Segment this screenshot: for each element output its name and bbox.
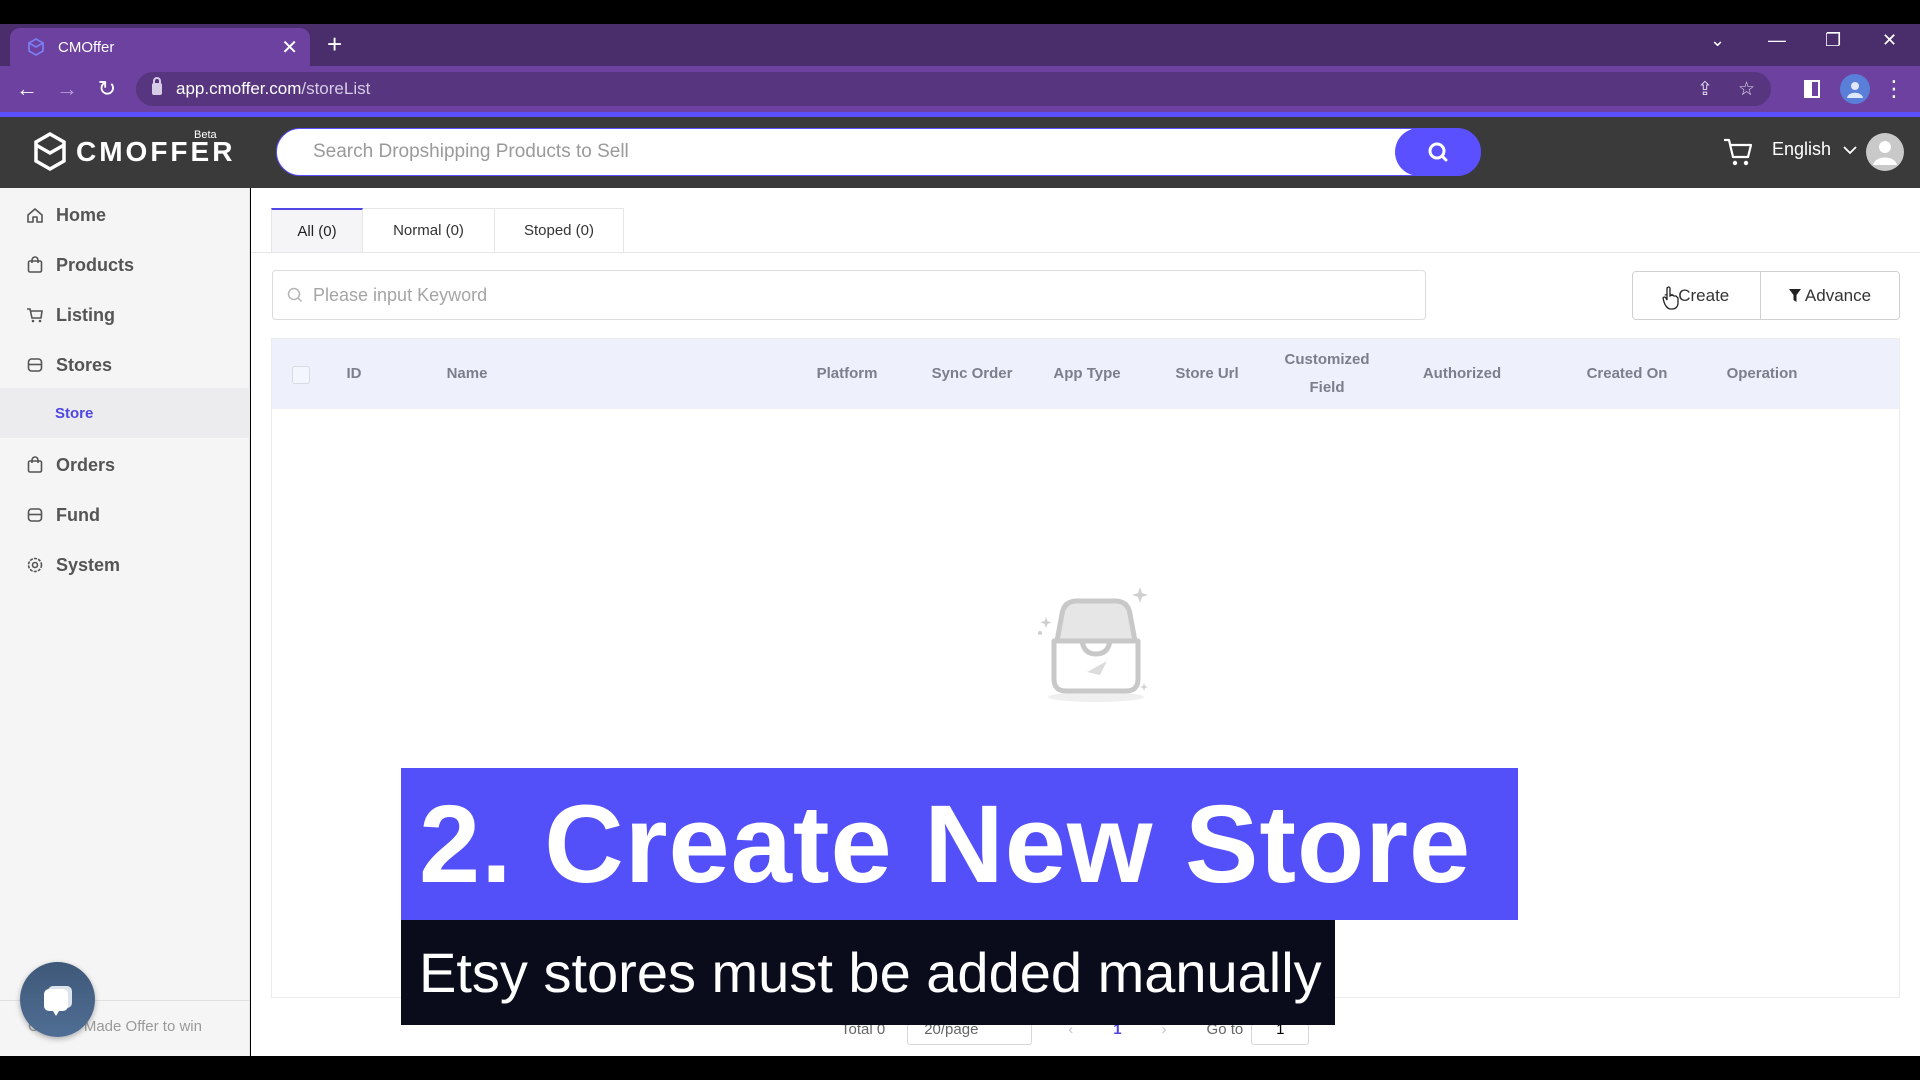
reload-icon[interactable]: ↻	[93, 75, 121, 103]
chat-support-button[interactable]	[20, 962, 95, 1037]
side-panel-icon[interactable]	[1798, 75, 1826, 103]
language-selector[interactable]: English	[1772, 139, 1857, 160]
beta-badge: Beta	[194, 129, 217, 141]
home-icon	[27, 208, 43, 223]
create-label: Create	[1678, 285, 1730, 305]
bottom-letterbox	[0, 1056, 1920, 1080]
back-icon[interactable]: ←	[13, 75, 41, 103]
keyword-input[interactable]	[313, 284, 1313, 306]
column-header-sync-order[interactable]: Sync Order	[917, 339, 1027, 409]
column-header-authorized[interactable]: Authorized	[1402, 339, 1522, 409]
sidebar-item-home[interactable]: Home	[0, 190, 250, 240]
filter-icon	[1788, 288, 1801, 302]
sidebar-item-fund[interactable]: Fund	[0, 490, 250, 540]
new-tab-icon[interactable]: +	[327, 29, 342, 60]
sidebar-item-label: Fund	[56, 504, 100, 525]
empty-inbox-icon	[1038, 587, 1148, 702]
search-icon	[287, 287, 303, 303]
browser-toolbar: ← → ↻ app.cmoffer.com/storeList ⇪ ☆ ⋮	[0, 66, 1920, 112]
sidebar-item-label: Stores	[56, 354, 113, 375]
column-header-app-type[interactable]: App Type	[1042, 339, 1132, 409]
sidebar-item-system[interactable]: System	[0, 540, 250, 590]
store-icon	[27, 508, 43, 522]
close-window-icon[interactable]: ✕	[1882, 30, 1897, 51]
column-header-customized-field[interactable]: Customized Field	[1272, 339, 1382, 409]
column-header-id[interactable]: ID	[334, 339, 374, 409]
browser-menu-icon[interactable]: ⋮	[1880, 75, 1908, 103]
tab-all[interactable]: All (0)	[271, 208, 363, 252]
select-all-checkbox[interactable]	[292, 366, 310, 384]
language-label: English	[1772, 139, 1832, 159]
sidebar-item-label: Orders	[56, 454, 116, 475]
store-icon	[27, 358, 43, 372]
sidebar-item-products[interactable]: Products	[0, 240, 250, 290]
create-button[interactable]: + Create	[1633, 272, 1761, 319]
hand-pointer-cursor-icon	[1662, 286, 1679, 310]
advance-label: Advance	[1804, 285, 1872, 305]
status-tabs: All (0) Normal (0) Stoped (0)	[271, 208, 624, 252]
sidebar-item-label: Products	[56, 254, 135, 275]
cmoffer-logo-icon	[34, 131, 66, 172]
bookmark-star-icon[interactable]: ☆	[1738, 78, 1755, 101]
top-letterbox	[0, 0, 1920, 24]
close-tab-icon[interactable]: ✕	[281, 35, 298, 60]
tab-normal[interactable]: Normal (0)	[363, 208, 495, 252]
bag-icon	[27, 256, 43, 273]
browser-tab[interactable]: CMOffer ✕	[10, 28, 310, 66]
url-host: app.cmoffer.com	[176, 79, 302, 98]
sidebar-item-stores[interactable]: Stores	[0, 340, 250, 390]
browser-tab-title: CMOffer	[58, 38, 115, 56]
user-icon	[1873, 141, 1897, 165]
caption-title: 2. Create New Store	[401, 768, 1518, 920]
user-avatar[interactable]	[1866, 133, 1904, 171]
sidebar-item-label: Listing	[56, 304, 115, 325]
bag-icon	[27, 456, 43, 473]
minimize-icon[interactable]: —	[1768, 30, 1786, 51]
app-header: CMOFFER Beta English	[0, 117, 1920, 188]
advance-filter-button[interactable]: Advance	[1761, 272, 1899, 319]
browser-tabbar: CMOffer ✕ + ⌄ — ❐ ✕	[0, 24, 1920, 66]
forward-icon[interactable]: →	[53, 75, 81, 103]
column-header-platform[interactable]: Platform	[802, 339, 892, 409]
product-search-bar	[276, 128, 1481, 176]
tabs-divider	[251, 252, 1920, 253]
share-icon[interactable]: ⇪	[1697, 78, 1713, 101]
gear-icon	[27, 557, 43, 573]
sidebar-item-label: System	[56, 554, 121, 575]
url-path: /storeList	[301, 79, 371, 98]
restore-icon[interactable]: ❐	[1825, 30, 1841, 51]
column-header-name[interactable]: Name	[432, 339, 502, 409]
cmoffer-favicon-icon	[28, 37, 44, 57]
chevron-down-icon	[1843, 145, 1857, 154]
logo[interactable]: CMOFFER Beta	[32, 129, 235, 173]
cart-icon	[27, 308, 43, 323]
table-header: ID Name Platform Sync Order App Type Sto…	[272, 339, 1899, 409]
tab-search-chevron-icon[interactable]: ⌄	[1710, 30, 1725, 51]
address-bar[interactable]: app.cmoffer.com/storeList ⇪ ☆	[136, 72, 1771, 106]
tab-stoped[interactable]: Stoped (0)	[495, 208, 624, 252]
chat-icon	[43, 985, 72, 1016]
profile-avatar-icon[interactable]	[1840, 74, 1870, 104]
product-search-input[interactable]	[313, 141, 1313, 163]
column-header-store-url[interactable]: Store Url	[1157, 339, 1257, 409]
lock-icon	[152, 77, 162, 95]
shopping-cart-icon[interactable]	[1722, 137, 1754, 167]
sidebar-item-orders[interactable]: Orders	[0, 440, 250, 490]
column-header-created-on[interactable]: Created On	[1562, 339, 1692, 409]
column-header-operation: Operation	[1726, 365, 1798, 382]
sidebar-item-listing[interactable]: Listing	[0, 290, 250, 340]
search-button[interactable]	[1395, 128, 1481, 176]
keyword-search-field	[272, 270, 1426, 320]
caption-subtitle: Etsy stores must be added manually	[401, 920, 1335, 1025]
sidebar: Home Products Listing Stores Store Order…	[0, 188, 250, 1056]
search-icon	[1428, 142, 1448, 162]
sidebar-subitem-store[interactable]: Store	[0, 388, 250, 438]
sidebar-item-label: Home	[56, 204, 107, 225]
